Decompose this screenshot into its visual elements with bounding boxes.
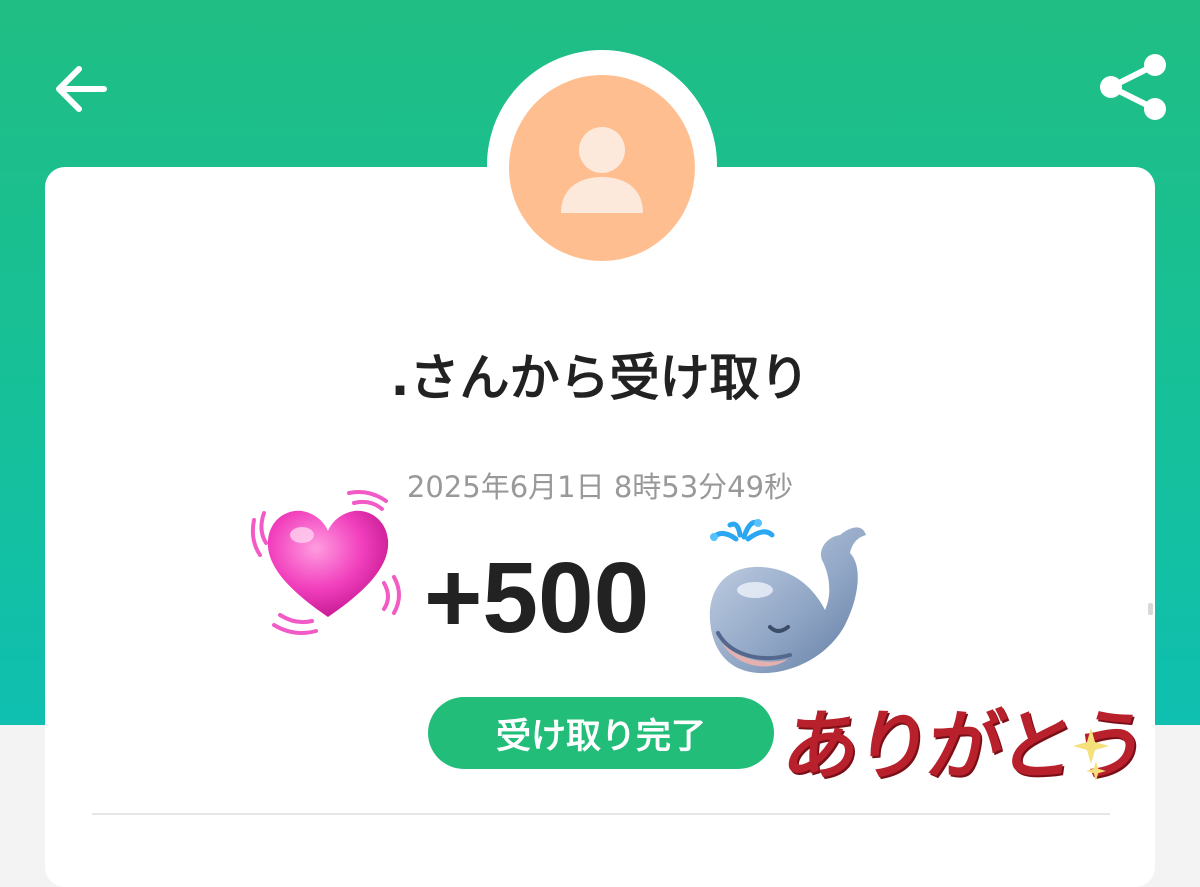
heart-icon [250,490,401,635]
avatar [509,75,695,261]
transaction-timestamp: 2025年6月1日 8時53分49秒 [406,470,794,504]
share-icon [1100,54,1166,120]
whale-icon [709,519,866,674]
whale-sticker [700,515,875,695]
status-badge: 受け取り完了 [428,697,774,769]
scroll-indicator [1148,603,1153,615]
divider [92,813,1110,815]
sparkle-icon [1086,761,1106,781]
thanks-sticker: ありがとう [778,676,1151,794]
amount-value: +500 [424,542,650,654]
page-title: .さんから受け取り [390,349,810,407]
arrow-left-icon [56,66,107,112]
share-button[interactable] [1094,48,1172,126]
heart-sticker [244,485,412,645]
back-button[interactable] [52,60,110,118]
user-icon [561,127,643,213]
